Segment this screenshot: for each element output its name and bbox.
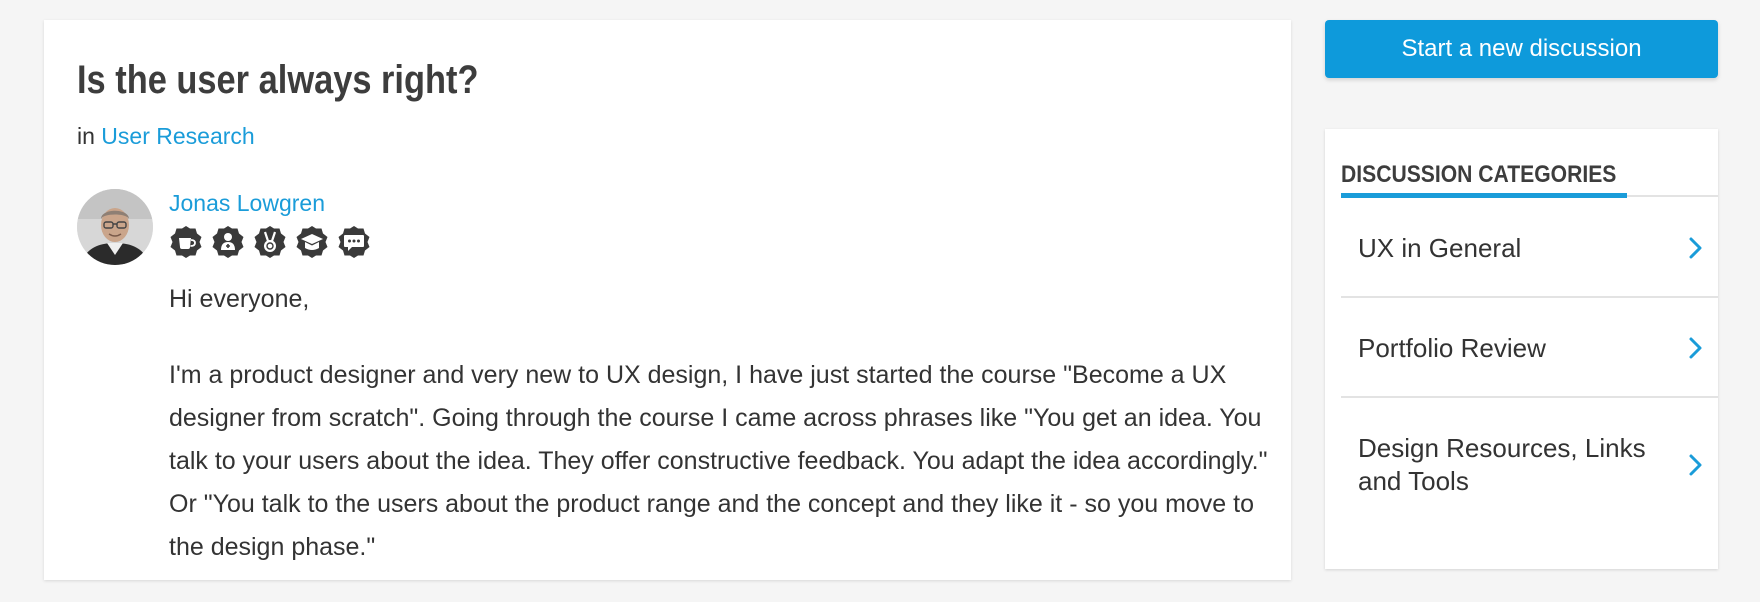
- chat-bubble-badge-icon[interactable]: [337, 225, 371, 259]
- user-plus-badge-icon[interactable]: [211, 225, 245, 259]
- category-item-ux-in-general[interactable]: UX in General: [1341, 200, 1718, 298]
- coffee-cup-badge-icon[interactable]: [169, 225, 203, 259]
- chevron-right-icon: [1689, 454, 1702, 476]
- categories-header: DISCUSSION CATEGORIES: [1341, 161, 1718, 198]
- category-item-design-resources[interactable]: Design Resources, Links and Tools: [1341, 400, 1718, 530]
- author-badges: [169, 225, 371, 259]
- post-title: Is the user always right?: [77, 58, 479, 102]
- chevron-right-icon: [1689, 237, 1702, 259]
- discussion-categories-panel: DISCUSSION CATEGORIES UX in General Port…: [1325, 129, 1718, 569]
- category-item-portfolio-review[interactable]: Portfolio Review: [1341, 300, 1718, 398]
- category-prefix: in: [77, 123, 95, 149]
- author-name[interactable]: Jonas Lowgren: [169, 190, 325, 217]
- category-label: UX in General: [1358, 232, 1522, 263]
- category-link[interactable]: User Research: [101, 123, 254, 149]
- categories-title: DISCUSSION CATEGORIES: [1341, 161, 1617, 188]
- discussion-post-card: Is the user always right? in User Resear…: [44, 20, 1291, 580]
- start-new-discussion-button[interactable]: Start a new discussion: [1325, 20, 1718, 78]
- chevron-right-icon: [1689, 337, 1702, 359]
- categories-title-underline: [1341, 193, 1627, 198]
- graduation-cap-badge-icon[interactable]: [295, 225, 329, 259]
- post-body: Hi everyone, I'm a product designer and …: [169, 278, 1269, 602]
- post-paragraph: I'm a product designer and very new to U…: [169, 361, 1268, 561]
- category-label: Design Resources, Links and Tools: [1358, 433, 1646, 496]
- post-greeting: Hi everyone,: [169, 285, 310, 313]
- avatar[interactable]: [77, 189, 153, 265]
- post-category-line: in User Research: [77, 123, 255, 150]
- medal-badge-icon[interactable]: [253, 225, 287, 259]
- category-label: Portfolio Review: [1358, 332, 1546, 363]
